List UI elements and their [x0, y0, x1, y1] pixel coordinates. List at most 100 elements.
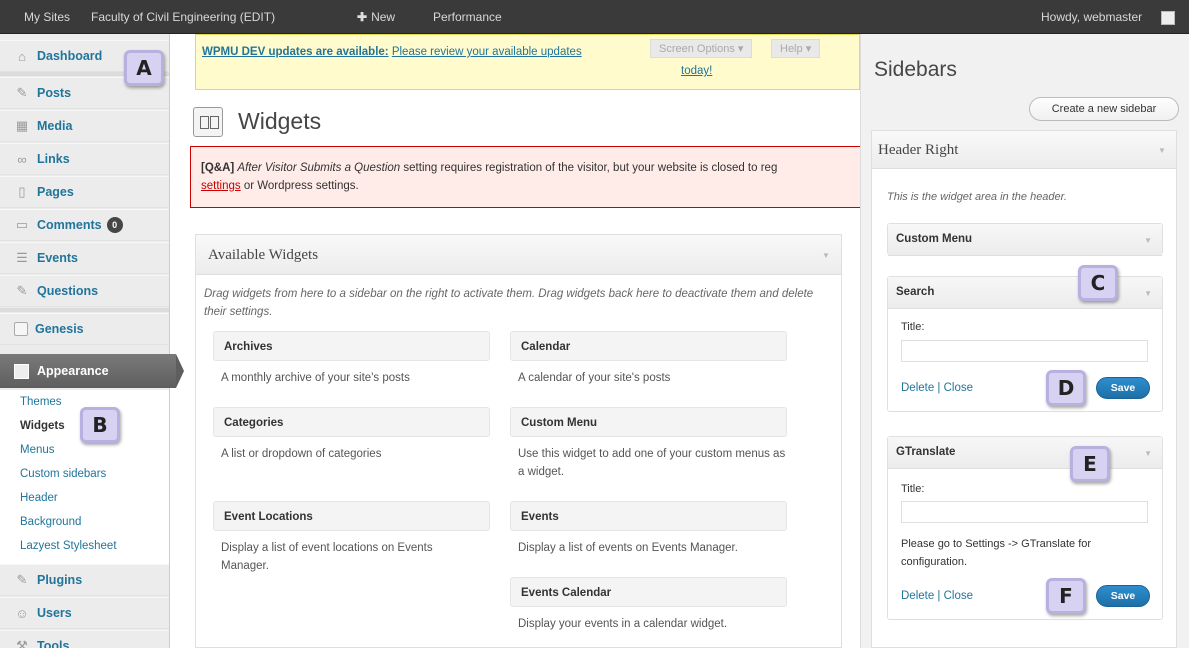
widget-description: Display a list of event locations on Eve… — [221, 542, 433, 572]
widget-description: Display your events in a calendar widget… — [518, 618, 728, 630]
menu-label: Genesis — [35, 322, 84, 336]
title-label: Title: — [901, 483, 925, 495]
widget-archives[interactable]: Archives — [213, 331, 490, 361]
menu-appearance[interactable]: Appearance — [0, 354, 184, 388]
available-widgets-description: Drag widgets from here to a sidebar on t… — [204, 288, 814, 318]
question-icon: ✎ — [16, 283, 28, 298]
settings-link[interactable]: settings — [201, 180, 241, 192]
menu-label: Tools — [37, 639, 70, 648]
menu-plugins[interactable]: ✎ Plugins — [0, 564, 169, 596]
admin-bar: My Sites Faculty of Civil Engineering (E… — [0, 0, 1189, 34]
collapse-arrow-icon[interactable]: ▼ — [1144, 449, 1152, 458]
header-right-header[interactable]: Header Right ▼ — [872, 131, 1176, 169]
widget-custom-menu[interactable]: Custom Menu — [510, 407, 787, 437]
help-button[interactable]: Help ▾ — [771, 39, 821, 58]
menu-tools[interactable]: ⚒ Tools — [0, 630, 169, 648]
new-menu[interactable]: ✚ New — [357, 0, 395, 34]
sidebars-title: Sidebars — [874, 58, 957, 81]
menu-separator — [0, 308, 169, 312]
widget-event-locations[interactable]: Event Locations — [213, 501, 490, 531]
menu-pages[interactable]: ▯ Pages — [0, 176, 169, 208]
menu-label: Dashboard — [37, 49, 103, 63]
widget-header[interactable]: GTranslate ▼ — [888, 437, 1162, 469]
custom-menu-widget[interactable]: Custom Menu ▼ — [887, 223, 1163, 256]
save-button[interactable]: Save — [1096, 377, 1150, 399]
gtranslate-note: Please go to Settings -> GTranslate for … — [901, 538, 1092, 568]
widget-header[interactable]: Custom Menu ▼ — [888, 224, 1162, 256]
gtranslate-title-input[interactable] — [901, 501, 1148, 523]
submenu-header[interactable]: Header — [20, 492, 58, 504]
submenu-custom-sidebars[interactable]: Custom sidebars — [20, 468, 106, 480]
menu-events[interactable]: ☰ Events — [0, 242, 169, 274]
howdy-account-link[interactable]: Howdy, webmaster — [1041, 0, 1142, 34]
header-right-title: Header Right — [878, 142, 959, 158]
header-right-description: This is the widget area in the header. — [887, 191, 1067, 203]
menu-media[interactable]: ▦ Media — [0, 110, 169, 142]
widget-events[interactable]: Events — [510, 501, 787, 531]
admin-menu: ⌂ Dashboard ✎ Posts ▦ Media ∞ Links ▯ Pages ▭… — [0, 34, 184, 648]
error-notice: [Q&A] After Visitor Submits a Question s… — [190, 146, 860, 208]
my-sites-link[interactable]: My Sites — [24, 0, 70, 34]
update-notice: WPMU DEV updates are available: Please r… — [195, 34, 860, 90]
menu-links[interactable]: ∞ Links — [0, 143, 169, 175]
search-widget: Search ▼ Title: Delete | Close Save — [887, 276, 1163, 412]
menu-label: Events — [37, 251, 78, 265]
avatar[interactable] — [1161, 11, 1175, 25]
available-widgets-panel: Available Widgets ▼ Drag widgets from he… — [195, 234, 842, 648]
comments-count-badge: 0 — [106, 217, 123, 233]
submenu-lazyest-stylesheet[interactable]: Lazyest Stylesheet — [20, 540, 117, 552]
menu-label: Plugins — [37, 573, 83, 587]
screen-options-button[interactable]: Screen Options ▾ — [650, 39, 753, 58]
help-label: Help — [780, 43, 803, 55]
error-text: [Q&A] After Visitor Submits a Question s… — [201, 159, 777, 195]
review-updates-link[interactable]: Please review your available updates — [392, 46, 582, 58]
menu-label: Pages — [37, 185, 74, 199]
chevron-down-icon: ▾ — [805, 43, 812, 55]
collapse-arrow-icon[interactable]: ▼ — [822, 251, 830, 260]
menu-users[interactable]: ☺ Users — [0, 597, 169, 629]
submenu-menus[interactable]: Menus — [20, 444, 55, 456]
collapse-arrow-icon[interactable]: ▼ — [1158, 146, 1166, 155]
widget-categories[interactable]: Categories — [213, 407, 490, 437]
current-menu-arrow — [176, 354, 184, 388]
pages-icon: ▯ — [18, 184, 26, 199]
home-icon: ⌂ — [18, 48, 26, 64]
screen-options-label: Screen Options — [659, 43, 735, 55]
events-icon: ☰ — [16, 250, 28, 265]
callout-e: E — [1070, 446, 1110, 482]
submenu-widgets[interactable]: Widgets — [20, 420, 65, 432]
site-name-link[interactable]: Faculty of Civil Engineering (EDIT) — [91, 0, 275, 34]
collapse-arrow-icon[interactable]: ▼ — [1144, 289, 1152, 298]
widget-header[interactable]: Search ▼ — [888, 277, 1162, 309]
delete-close-links[interactable]: Delete | Close — [901, 590, 973, 602]
submenu-themes[interactable]: Themes — [20, 396, 62, 408]
sidebars-panel: Sidebars Create a new sidebar Header Rig… — [860, 34, 1189, 648]
tools-icon: ⚒ — [16, 638, 28, 648]
menu-comments[interactable]: ▭ Comments 0 — [0, 209, 169, 241]
widget-events-calendar[interactable]: Events Calendar — [510, 577, 787, 607]
widget-calendar[interactable]: Calendar — [510, 331, 787, 361]
create-sidebar-button[interactable]: Create a new sidebar — [1029, 97, 1179, 121]
callout-c: C — [1078, 265, 1118, 301]
error-setting-name: After Visitor Submits a Question — [237, 162, 401, 174]
genesis-icon — [14, 322, 28, 336]
widget-description: A list or dropdown of categories — [221, 448, 382, 460]
delete-close-links[interactable]: Delete | Close — [901, 382, 973, 394]
link-icon: ∞ — [17, 151, 27, 167]
performance-link[interactable]: Performance — [433, 0, 502, 34]
today-link[interactable]: today! — [681, 65, 712, 77]
menu-genesis[interactable]: Genesis — [0, 313, 169, 345]
expand-arrow-icon[interactable]: ▼ — [1144, 236, 1152, 245]
gtranslate-widget: GTranslate ▼ Title: Please go to Settings… — [887, 436, 1163, 620]
search-title-input[interactable] — [901, 340, 1148, 362]
widget-title: Search — [896, 286, 935, 298]
menu-label: Posts — [37, 86, 72, 100]
notice-strong[interactable]: WPMU DEV updates are available: — [202, 46, 389, 58]
widget-title: GTranslate — [896, 446, 956, 458]
update-notice-text: WPMU DEV updates are available: Please r… — [202, 46, 582, 58]
available-widgets-header[interactable]: Available Widgets ▼ — [196, 235, 841, 275]
submenu-background[interactable]: Background — [20, 516, 81, 528]
save-button[interactable]: Save — [1096, 585, 1150, 607]
error-tag: [Q&A] — [201, 162, 235, 174]
menu-questions[interactable]: ✎ Questions — [0, 275, 169, 307]
